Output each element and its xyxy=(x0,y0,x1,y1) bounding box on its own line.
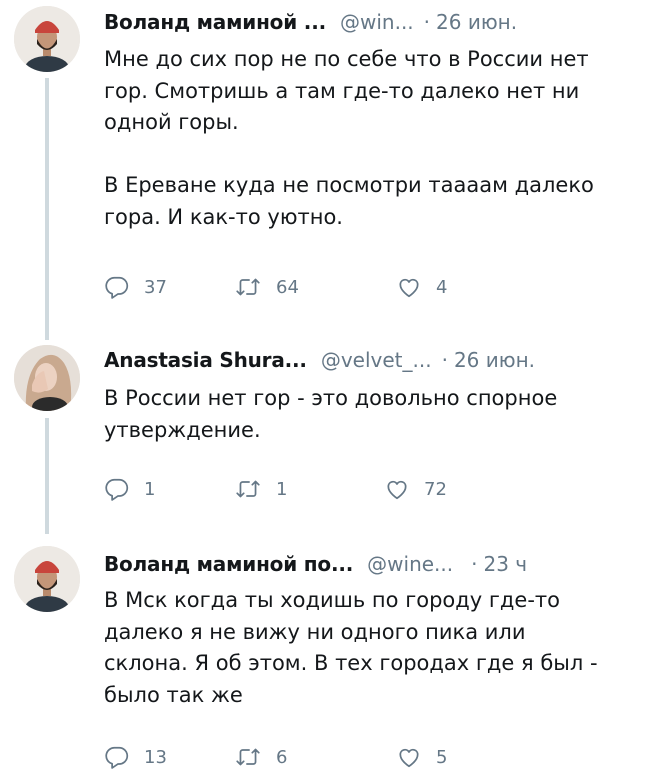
like-button[interactable]: 4 xyxy=(396,272,447,302)
like-count: 4 xyxy=(436,276,448,298)
retweet-count: 6 xyxy=(276,746,288,768)
retweet-icon xyxy=(234,744,262,770)
tweet-text: В Мск когда ты ходишь по городу где-то д… xyxy=(104,588,598,707)
retweet-icon xyxy=(234,476,262,502)
reply-count: 37 xyxy=(144,276,167,298)
separator-dot: · xyxy=(471,552,478,576)
avatar[interactable] xyxy=(14,345,80,411)
reply-button[interactable]: 1 xyxy=(104,474,155,504)
reply-button[interactable]: 37 xyxy=(104,272,167,302)
reply-button[interactable]: 13 xyxy=(104,742,167,772)
tweet-timestamp[interactable]: 23 ч xyxy=(483,552,527,576)
reply-count: 13 xyxy=(144,746,167,768)
tweet-header: Воланд маминой по... @wine... · 23 ч xyxy=(104,550,527,578)
like-count: 5 xyxy=(436,746,448,768)
reply-count: 1 xyxy=(144,478,156,500)
like-count: 72 xyxy=(424,478,447,500)
reply-icon xyxy=(104,476,130,502)
tweet-timestamp[interactable]: 26 июн. xyxy=(436,10,517,34)
tweet-text: Мне до сих пор не по себе что в России н… xyxy=(104,47,594,229)
retweet-button[interactable]: 1 xyxy=(234,474,287,504)
thread-connector-line xyxy=(45,418,49,534)
tweet-header: Anastasia Shura... @velvet_... · 26 июн. xyxy=(104,346,535,374)
thread-connector-line xyxy=(45,78,49,340)
like-icon xyxy=(384,476,410,502)
retweet-count: 1 xyxy=(276,478,288,500)
avatar[interactable] xyxy=(14,546,80,612)
avatar[interactable] xyxy=(14,6,80,72)
author-handle[interactable]: @velvet_... xyxy=(321,348,432,372)
author-name[interactable]: Воланд маминой по... xyxy=(104,552,353,576)
like-icon xyxy=(396,744,422,770)
author-name[interactable]: Воланд маминой ... xyxy=(104,10,326,34)
author-handle[interactable]: @wine... xyxy=(367,552,453,576)
tweet-header: Воланд маминой ... @win... · 26 июн. xyxy=(104,8,517,36)
tweet-timestamp[interactable]: 26 июн. xyxy=(454,348,535,372)
retweet-button[interactable]: 6 xyxy=(234,742,287,772)
reply-icon xyxy=(104,274,130,300)
reply-icon xyxy=(104,744,130,770)
retweet-icon xyxy=(234,274,262,300)
separator-dot: · xyxy=(423,10,431,34)
tweet-text: В России нет гор - это довольно спорное … xyxy=(104,386,558,442)
author-handle[interactable]: @win... xyxy=(340,10,414,34)
retweet-button[interactable]: 64 xyxy=(234,272,299,302)
tweet-thread: Воланд маминой ... @win... · 26 июн. Мне… xyxy=(0,0,650,783)
separator-dot: · xyxy=(441,348,448,372)
like-icon xyxy=(396,274,422,300)
like-button[interactable]: 5 xyxy=(396,742,447,772)
retweet-count: 64 xyxy=(276,276,299,298)
like-button[interactable]: 72 xyxy=(384,474,447,504)
author-name[interactable]: Anastasia Shura... xyxy=(104,348,307,372)
